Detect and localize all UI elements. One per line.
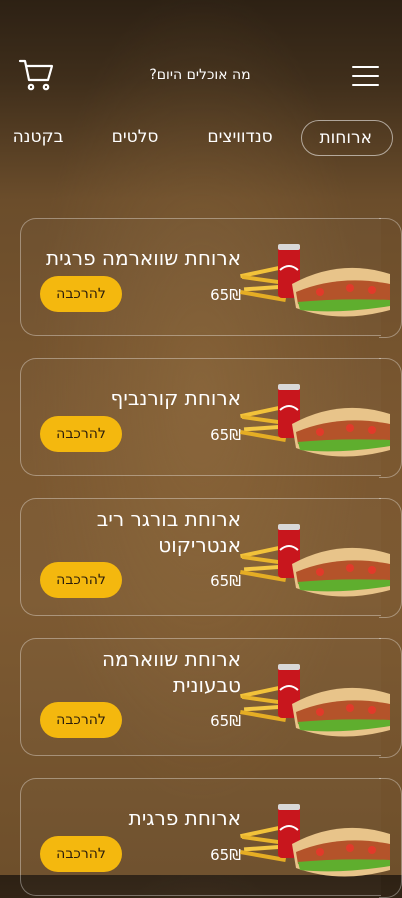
meal-price: 65₪ [210, 286, 241, 304]
order-button[interactable]: להרכבה [40, 416, 122, 452]
tab-salads[interactable]: סלטים [108, 120, 162, 154]
meal-title: ארוחת פרגית [128, 806, 241, 830]
app-header: מה אוכלים היום? [0, 0, 402, 120]
meal-title: ארוחת בורגר ריב אנטריקוט [96, 507, 241, 557]
meal-title: ארוחת שווארמה טבעונית [101, 647, 241, 697]
meal-image [240, 663, 390, 738]
hamburger-menu-icon[interactable] [352, 66, 380, 86]
meal-title: ארוחת שווארמה פרגית [45, 246, 241, 270]
tab-meals[interactable]: ארוחות [301, 120, 393, 156]
meal-image [240, 523, 390, 598]
order-button[interactable]: להרכבה [40, 836, 122, 872]
meal-price: 65₪ [210, 712, 241, 730]
tab-sandwiches[interactable]: סנדוויצים [202, 120, 278, 154]
tab-small[interactable]: בקטנה [8, 120, 68, 154]
shopping-cart-icon[interactable] [18, 58, 54, 92]
meal-image [240, 803, 390, 878]
meal-title: ארוחת קורנביף [110, 386, 241, 410]
order-button[interactable]: להרכבה [40, 562, 122, 598]
meal-price: 65₪ [210, 846, 241, 864]
category-tabs: ארוחות סנדוויצים סלטים בקטנה [0, 120, 402, 160]
meal-price: 65₪ [210, 572, 241, 590]
meal-price: 65₪ [210, 426, 241, 444]
order-button[interactable]: להרכבה [40, 276, 122, 312]
page-title: מה אוכלים היום? [149, 67, 251, 83]
order-button[interactable]: להרכבה [40, 702, 122, 738]
meal-image [240, 383, 390, 458]
meal-image [240, 243, 390, 318]
